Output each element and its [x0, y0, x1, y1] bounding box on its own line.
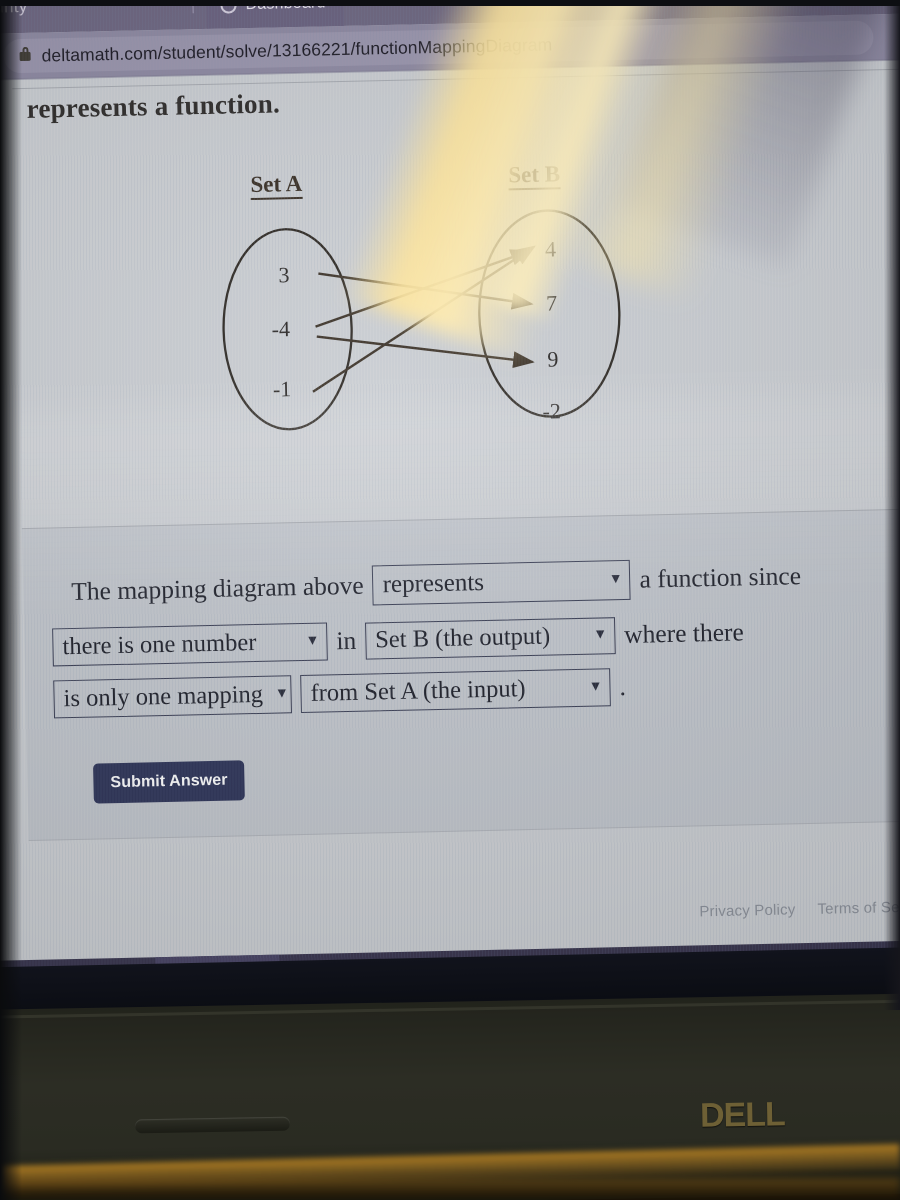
answer-line-1: The mapping diagram above represents ▼ a… — [71, 556, 802, 612]
select-number-quantity[interactable]: there is one number ▼ — [52, 622, 328, 667]
select-mapping-quantity-value: is only one mapping — [63, 680, 264, 712]
chevron-down-icon: ▼ — [588, 678, 603, 695]
laptop-hinge-latch — [134, 1116, 291, 1134]
set-b-value-2: 9 — [547, 346, 559, 372]
warm-light-strip-lower — [0, 1178, 900, 1200]
chevron-down-icon: ▼ — [608, 571, 623, 587]
set-a-value-2: -1 — [272, 376, 292, 402]
select-mapping-quantity[interactable]: is only one mapping ▼ — [53, 675, 292, 719]
answer-panel: The mapping diagram above represents ▼ a… — [21, 507, 900, 842]
set-a-value-0: 3 — [278, 262, 290, 288]
answer-line-1-prefix: The mapping diagram above — [70, 570, 364, 607]
select-set-output-value: Set B (the output) — [374, 622, 551, 653]
select-number-quantity-value: there is one number — [62, 628, 257, 660]
photo-right-shadow — [884, 0, 900, 1010]
answer-line-2-mid: in — [336, 625, 357, 656]
select-set-input-value: from Set A (the input) — [310, 674, 526, 707]
set-b-value-0: 4 — [544, 236, 557, 262]
footer-links: Privacy Policy Terms of Service — [699, 898, 900, 920]
mapping-diagram: Set A Set B 3 -4 -1 4 7 9 -2 — [188, 156, 664, 466]
chevron-down-icon: ▼ — [593, 626, 608, 643]
photo-top-shadow — [0, 0, 900, 6]
laptop-photo: ounty ✕ Dashboard ✕ DeltaMath deltamath.… — [0, 0, 900, 1200]
deltamath-page: represents a function. Set A Set B 3 -4 … — [0, 60, 900, 961]
submit-answer-button[interactable]: Submit Answer — [93, 760, 246, 804]
set-a-value-1: -4 — [271, 316, 291, 342]
select-set-output[interactable]: Set B (the output) ▼ — [364, 616, 616, 660]
answer-line-1-suffix: a function since — [639, 561, 802, 594]
photo-left-shadow — [0, 0, 22, 1200]
answer-line-3-suffix: . — [619, 671, 627, 702]
answer-line-2-suffix: where there — [623, 617, 745, 649]
select-represents-value: represents — [382, 568, 485, 598]
chevron-down-icon: ▼ — [305, 633, 320, 649]
answer-line-3: is only one mapping ▼ from Set A (the in… — [53, 668, 627, 719]
answer-line-2: there is one number ▼ in Set B (the outp… — [52, 613, 745, 667]
page-title: represents a function. — [26, 88, 281, 124]
laptop-screen: ounty ✕ Dashboard ✕ DeltaMath deltamath.… — [0, 0, 900, 994]
mapping-diagram-svg — [222, 209, 621, 431]
chevron-down-icon: ▼ — [274, 685, 289, 702]
set-b-value-3: -2 — [542, 398, 562, 424]
set-b-value-1: 7 — [545, 290, 558, 316]
privacy-policy-link[interactable]: Privacy Policy — [699, 901, 796, 920]
dell-logo-text: DELL — [699, 1095, 786, 1135]
select-represents[interactable]: represents ▼ — [372, 559, 632, 606]
select-set-input[interactable]: from Set A (the input) ▼ — [300, 668, 611, 714]
dell-logo: DELL — [700, 1095, 785, 1135]
address-text: deltamath.com/student/solve/13166221/fun… — [41, 33, 553, 66]
